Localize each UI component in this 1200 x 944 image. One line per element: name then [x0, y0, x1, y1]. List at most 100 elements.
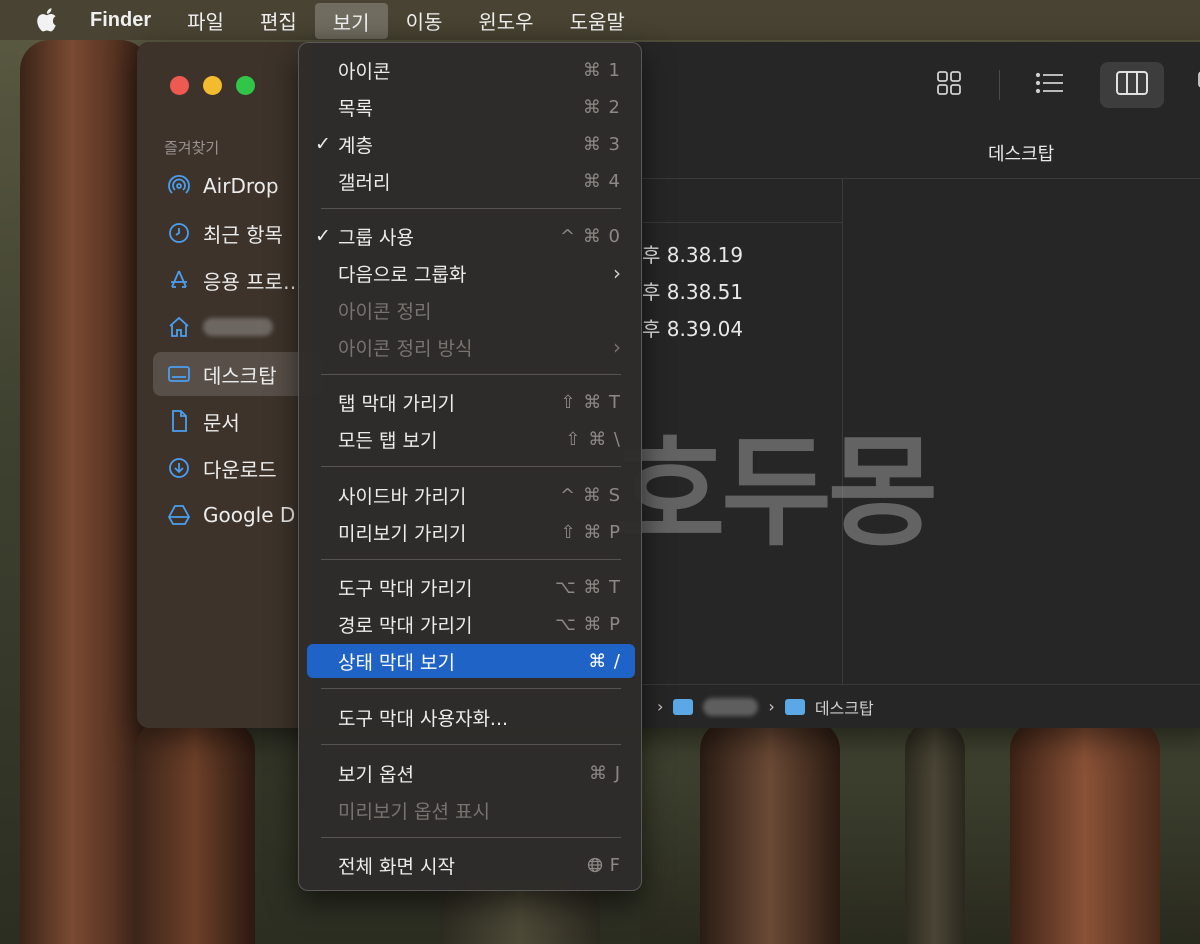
menu-item-label: 도구 막대 사용자화...	[338, 707, 509, 730]
menu-item-shortcut: ^ ⌘ S	[560, 484, 621, 506]
menu-item-shortcut: ⌘ /	[588, 650, 621, 672]
path-item-desktop[interactable]: 데스크탑	[815, 695, 874, 719]
menu-separator	[321, 688, 621, 689]
checkmark-icon: ✓	[315, 133, 331, 155]
menu-item-enter-full-screen[interactable]: 전체 화면 시작 F	[307, 848, 635, 882]
menu-item-hide-sidebar[interactable]: 사이드바 가리기 ^ ⌘ S	[307, 478, 635, 512]
menu-item-shortcut: ⌘ 1	[582, 59, 621, 81]
window-controls	[170, 76, 255, 95]
menu-item-use-groups[interactable]: ✓ 그룹 사용 ^ ⌘ 0	[307, 219, 635, 253]
icon-view-button[interactable]	[917, 62, 981, 108]
menu-item-label: 아이콘 정리	[338, 300, 432, 323]
gallery-view-button[interactable]	[1182, 62, 1200, 108]
airdrop-icon	[167, 174, 191, 198]
menu-item-label: 목록	[338, 97, 373, 120]
menu-item-gallery[interactable]: 갤러리 ⌘ 4	[307, 164, 635, 198]
menu-item-label: 경로 막대 가리기	[338, 614, 473, 637]
menu-item-label: 도구 막대 가리기	[338, 577, 473, 600]
menu-item-shortcut: ⌘ 4	[582, 170, 621, 192]
globe-icon	[587, 855, 610, 876]
menu-item-columns[interactable]: ✓ 계층 ⌘ 3	[307, 127, 635, 161]
clock-icon	[167, 221, 191, 245]
menu-item-label: 사이드바 가리기	[338, 485, 467, 508]
menubar-help[interactable]: 도움말	[552, 0, 643, 40]
home-folder-icon[interactable]	[673, 698, 694, 715]
sidebar-item-label: 문서	[203, 410, 240, 435]
menu-item-list[interactable]: 목록 ⌘ 2	[307, 90, 635, 124]
tree-trunk	[20, 40, 150, 944]
menu-item-label: 상태 막대 보기	[338, 651, 455, 674]
menu-item-label: 그룹 사용	[338, 226, 414, 249]
menu-item-shortcut: ^ ⌘ 0	[560, 225, 621, 247]
menu-item-icons[interactable]: 아이콘 ⌘ 1	[307, 53, 635, 87]
finder-window: 즐겨찾기 AirDrop 최근 항목 응용 프로… 데스크탑 문서 다운로드 G…	[137, 42, 1200, 728]
menu-item-clean-up-by: 아이콘 정리 방식 ›	[307, 330, 635, 364]
menu-item-label: 미리보기 가리기	[338, 522, 467, 545]
menu-item-shortcut: ⌥ ⌘ T	[554, 576, 621, 598]
icon-view-icon	[935, 69, 963, 101]
menu-separator	[321, 374, 621, 375]
menu-item-label: 아이콘	[338, 60, 391, 83]
chevron-right-icon: ›	[613, 335, 621, 359]
sidebar: 즐겨찾기 AirDrop 최근 항목 응용 프로… 데스크탑 문서 다운로드 G…	[137, 42, 323, 728]
menu-bar: Finder 파일 편집 보기 이동 윈도우 도움말	[0, 0, 1200, 40]
menu-item-shortcut: ⌘ 3	[582, 133, 621, 155]
menubar-finder[interactable]: Finder	[72, 0, 169, 40]
menubar-view[interactable]: 보기	[314, 3, 388, 39]
menu-item-shortcut: ⇧ ⌘ T	[560, 391, 621, 413]
menu-item-hide-path-bar[interactable]: 경로 막대 가리기 ⌥ ⌘ P	[307, 607, 635, 641]
menu-item-shortcut: ⌘ J	[588, 762, 621, 784]
menubar-go[interactable]: 이동	[388, 0, 461, 40]
menu-item-customize-toolbar[interactable]: 도구 막대 사용자화...	[307, 700, 635, 734]
menu-item-label: 탭 막대 가리기	[338, 392, 455, 415]
menu-item-shortcut: ⌥ ⌘ P	[554, 613, 621, 635]
menubar-file[interactable]: 파일	[169, 0, 242, 40]
menu-item-label: 갤러리	[338, 171, 391, 194]
menu-item-label: 다음으로 그룹화	[338, 263, 467, 286]
path-item-home[interactable]	[703, 697, 759, 716]
list-view-icon	[1035, 71, 1065, 99]
list-view-button[interactable]	[1018, 62, 1082, 108]
menu-item-group-by[interactable]: 다음으로 그룹화 ›	[307, 256, 635, 290]
menu-item-shortcut: ⇧ ⌘ P	[560, 521, 621, 543]
menu-item-show-status-bar[interactable]: 상태 막대 보기 ⌘ /	[307, 644, 635, 678]
menu-item-label: 계층	[338, 134, 373, 157]
sidebar-item-label: AirDrop	[203, 174, 279, 198]
sidebar-item-label: 데스크탑	[203, 363, 277, 388]
menu-item-hide-tab-bar[interactable]: 탭 막대 가리기 ⇧ ⌘ T	[307, 385, 635, 419]
desktop-icon	[167, 362, 191, 386]
minimize-button[interactable]	[203, 76, 222, 95]
file-item[interactable]: 후 8.38.51	[642, 276, 743, 305]
menu-separator	[321, 837, 621, 838]
home-icon	[167, 315, 191, 339]
menu-item-hide-toolbar[interactable]: 도구 막대 가리기 ⌥ ⌘ T	[307, 570, 635, 604]
menu-item-label: 보기 옵션	[338, 763, 414, 786]
zoom-button[interactable]	[236, 76, 255, 95]
view-toolbar	[917, 62, 1200, 108]
tree-trunk	[700, 720, 840, 944]
apple-logo-icon[interactable]	[20, 0, 72, 40]
file-item[interactable]: 후 8.38.19	[642, 239, 743, 268]
menu-item-view-options[interactable]: 보기 옵션 ⌘ J	[307, 756, 635, 790]
checkmark-icon: ✓	[315, 225, 331, 247]
desktop-folder-icon[interactable]	[784, 698, 805, 715]
menu-separator	[321, 466, 621, 467]
menu-item-shortcut: ⇧ ⌘ \	[565, 428, 621, 450]
path-bar: › › 데스크탑	[642, 684, 1200, 728]
menubar-edit[interactable]: 편집	[242, 0, 315, 40]
menu-item-shortcut: F	[587, 855, 621, 876]
tree-trunk	[135, 720, 255, 944]
column-view-button[interactable]	[1100, 62, 1164, 108]
file-item[interactable]: 후 8.39.04	[642, 313, 743, 342]
sidebar-heading: 즐겨찾기	[164, 139, 220, 157]
view-menu: 아이콘 ⌘ 1 목록 ⌘ 2 ✓ 계층 ⌘ 3 갤러리 ⌘ 4 ✓ 그룹 사용 …	[298, 42, 642, 891]
chevron-right-icon: ›	[768, 697, 775, 716]
menu-item-show-all-tabs[interactable]: 모든 탭 보기 ⇧ ⌘ \	[307, 422, 635, 456]
menu-item-clean-up: 아이콘 정리	[307, 293, 635, 327]
menu-item-hide-preview[interactable]: 미리보기 가리기 ⇧ ⌘ P	[307, 515, 635, 549]
applications-icon	[167, 268, 191, 292]
close-button[interactable]	[170, 76, 189, 95]
menu-item-label: 미리보기 옵션 표시	[338, 800, 490, 823]
menubar-window[interactable]: 윈도우	[460, 0, 551, 40]
column-title: 데스크탑	[988, 144, 1055, 165]
